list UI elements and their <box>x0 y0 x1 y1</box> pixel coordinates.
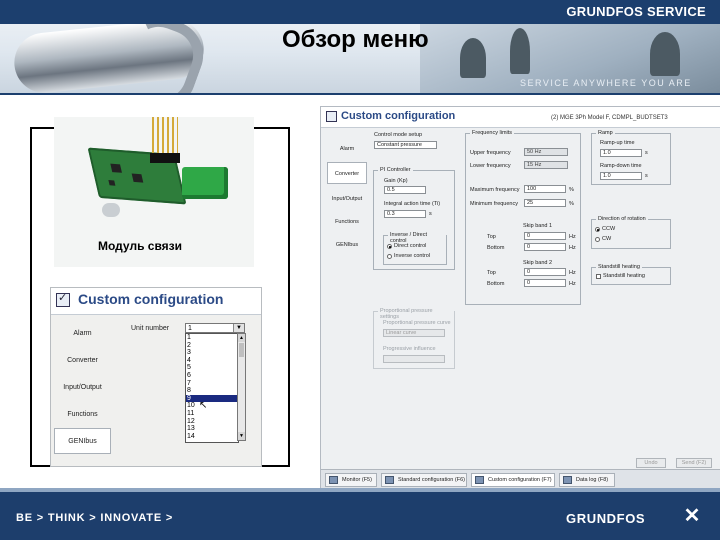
direct-control-radio[interactable] <box>387 244 392 249</box>
skip2-bottom-input[interactable]: 0 <box>524 279 566 287</box>
footer-slogan: BE > THINK > INNOVATE > <box>16 512 174 524</box>
dropdown-option[interactable]: 7 <box>186 380 238 388</box>
custom-config-icon <box>475 476 484 484</box>
skip1-top-input[interactable]: 0 <box>524 232 566 240</box>
unit-number-dropdown-list[interactable]: 1 2 3 4 5 6 7 8 9 10 11 12 13 14 <box>185 333 239 443</box>
scroll-up-icon[interactable]: ▲ <box>238 334 245 342</box>
proportional-curve-select[interactable]: Linear curve <box>383 329 445 337</box>
dropdown-option[interactable]: 2 <box>186 342 238 350</box>
lower-frequency-field: 15 Hz <box>524 161 568 169</box>
integral-time-label: Integral action time (Ti) <box>384 201 441 207</box>
window-title: Custom configuration <box>341 110 456 122</box>
cw-radio[interactable] <box>595 237 600 242</box>
module-photo-frame: Модуль связи Custom configuration Alarm … <box>30 117 290 467</box>
control-mode-select[interactable]: Constant pressure <box>374 141 437 149</box>
dropdown-option[interactable]: 14 <box>186 433 238 441</box>
sidebar-item-alarm[interactable]: Alarm <box>327 137 367 159</box>
dropdown-option[interactable]: 12 <box>186 418 238 426</box>
custom-config-window: Custom configuration (2) MGE 3Ph Model F… <box>320 106 720 490</box>
monitor-icon <box>329 476 338 484</box>
sidebar-item-genibus[interactable]: GENIbus <box>54 428 111 454</box>
max-frequency-input[interactable]: 100 <box>524 185 566 193</box>
brand-label: GRUNDFOS SERVICE <box>566 4 706 19</box>
dropdown-scrollbar[interactable]: ▲ ▼ <box>237 333 246 441</box>
photo-caption: Модуль связи <box>98 239 183 253</box>
pump-model-label: (2) MGE 3Ph Model F, CDMPL_BUDTSET3 <box>551 115 668 121</box>
dropdown-option[interactable]: 5 <box>186 364 238 372</box>
window-titlebar: Custom configuration <box>51 288 261 315</box>
upper-frequency-field: 50 Hz <box>524 148 568 156</box>
config-icon <box>326 111 337 122</box>
tab-monitor[interactable]: Monitor (F5) <box>325 473 377 487</box>
dropdown-option[interactable]: 10 <box>186 402 238 410</box>
footer: BE > THINK > INNOVATE > GRUNDFOS ✕ <box>0 488 720 540</box>
dropdown-option[interactable]: 1 <box>186 334 238 342</box>
sidebar-item-functions[interactable]: Functions <box>327 210 367 232</box>
grundfos-logo: GRUNDFOS <box>566 511 646 526</box>
tab-custom-configuration[interactable]: Custom configuration (F7) <box>471 473 555 487</box>
direction-group: Direction of rotation <box>591 216 671 249</box>
sidebar-item-converter[interactable]: Converter <box>54 347 111 373</box>
dropdown-option[interactable]: 11 <box>186 410 238 418</box>
window-titlebar: Custom configuration (2) MGE 3Ph Model F… <box>321 107 720 128</box>
inverse-control-radio[interactable] <box>387 254 392 259</box>
sidebar-item-genibus[interactable]: GENIbus <box>327 233 367 255</box>
grundfos-logo-icon: ✕ <box>683 505 701 527</box>
service-tagline: SERVICE ANYWHERE YOU ARE <box>520 78 692 88</box>
standard-config-icon <box>385 476 394 484</box>
dropdown-option[interactable]: 3 <box>186 349 238 357</box>
gain-input[interactable]: 0.5 <box>384 186 426 194</box>
sidebar-item-functions[interactable]: Functions <box>54 401 111 427</box>
ccw-radio[interactable] <box>595 227 600 232</box>
bottom-taskbar: Monitor (F5) Standard configuration (F6)… <box>321 469 720 489</box>
ramp-down-input[interactable]: 1.0 <box>600 172 642 180</box>
send-button[interactable]: Send (F2) <box>676 458 712 468</box>
small-config-window: Custom configuration Alarm Converter Inp… <box>50 287 262 467</box>
inverse-direct-group: Inverse / Direct control <box>383 232 447 265</box>
unit-number-label: Unit number <box>131 325 170 332</box>
chevron-down-icon[interactable]: ▼ <box>233 324 244 332</box>
terminal-connector <box>182 167 228 199</box>
header-banner: GRUNDFOS SERVICE Обзор меню SERVICE ANYW… <box>0 0 720 95</box>
dropdown-option[interactable]: 4 <box>186 357 238 365</box>
sidebar-item-input-output[interactable]: Input/Output <box>54 374 111 400</box>
unit-number-select[interactable]: 1 ▼ <box>185 323 245 333</box>
dropdown-option[interactable]: 6 <box>186 372 238 380</box>
page-title: Обзор меню <box>282 26 429 53</box>
dropdown-option-selected[interactable]: 9 <box>186 394 238 403</box>
window-title: Custom configuration <box>78 291 224 307</box>
sidebar-item-input-output[interactable]: Input/Output <box>327 187 367 209</box>
skip2-top-input[interactable]: 0 <box>524 268 566 276</box>
standstill-heating-checkbox[interactable] <box>596 274 601 279</box>
scroll-down-icon[interactable]: ▼ <box>238 432 245 440</box>
gain-label: Gain (Kp) <box>384 178 408 184</box>
dropdown-option[interactable]: 8 <box>186 387 238 395</box>
sidebar-item-converter[interactable]: Converter <box>327 162 367 184</box>
tab-data-log[interactable]: Data log (F8) <box>559 473 615 487</box>
sidebar-item-alarm[interactable]: Alarm <box>54 320 111 346</box>
skip1-bottom-input[interactable]: 0 <box>524 243 566 251</box>
control-mode-label: Control mode setup <box>374 132 422 138</box>
progressive-influence-select[interactable] <box>383 355 445 363</box>
ramp-up-input[interactable]: 1.0 <box>600 149 642 157</box>
tab-standard-configuration[interactable]: Standard configuration (F6) <box>381 473 467 487</box>
sidebar: Alarm Converter Input/Output Functions G… <box>54 316 111 466</box>
config-icon <box>56 291 70 307</box>
integral-time-input[interactable]: 0.3 <box>384 210 426 218</box>
mouse-cursor-icon: ↖ <box>199 400 208 411</box>
scroll-thumb[interactable] <box>239 343 244 357</box>
undo-button[interactable]: Undo <box>636 458 666 468</box>
min-frequency-input[interactable]: 25 <box>524 199 566 207</box>
data-log-icon <box>563 476 572 484</box>
dropdown-option[interactable]: 13 <box>186 425 238 433</box>
